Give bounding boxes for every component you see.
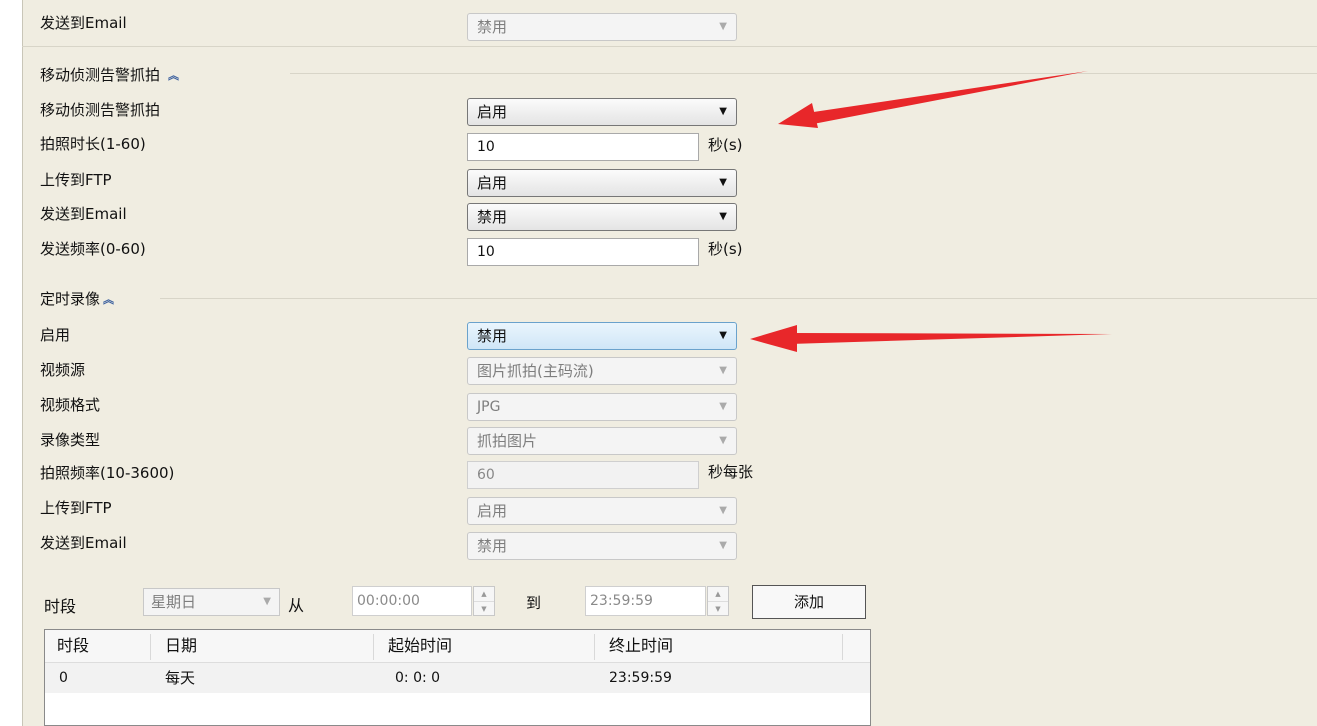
annotation-layer: [750, 71, 1112, 352]
red-arrow-icon: [778, 71, 1088, 128]
red-arrow-icon: [750, 325, 1112, 352]
